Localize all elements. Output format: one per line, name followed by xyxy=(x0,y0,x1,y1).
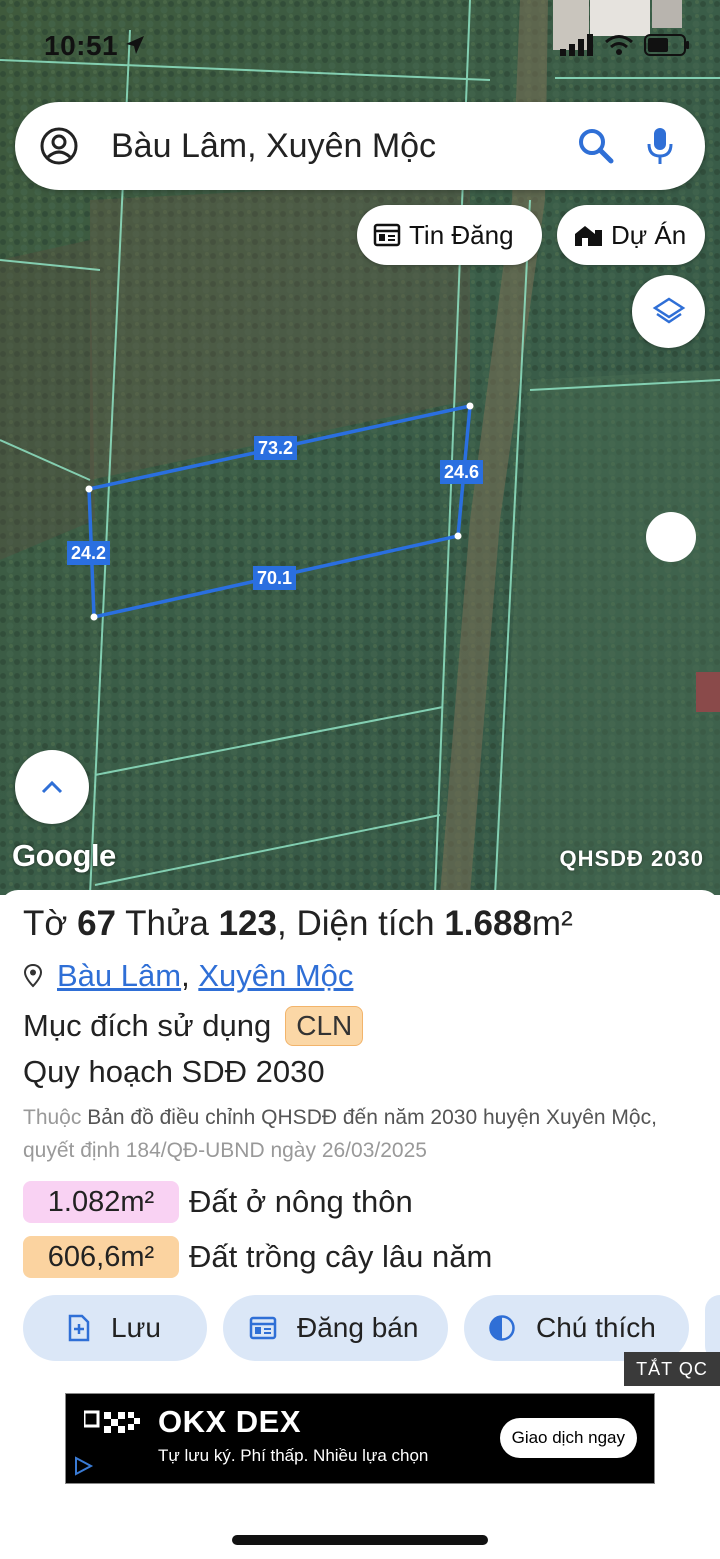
area-unit: m² xyxy=(531,904,573,943)
edge-label-left: 24.2 xyxy=(67,541,111,565)
parcel-title: Tờ 67 Thửa 123, Diện tích 1.688m² xyxy=(23,904,573,944)
add-document-icon xyxy=(68,1314,90,1342)
land-use-type: Đất trồng cây lâu năm xyxy=(189,1239,493,1274)
chip-listings-label: Tin Đăng xyxy=(409,219,514,250)
status-time: 10:51 xyxy=(44,30,119,61)
ad-tagline: Tự lưu ký. Phí thấp. Nhiều lựa chọn xyxy=(158,1446,429,1465)
source-comma: , xyxy=(651,1106,657,1129)
ad-brand: OKX DEX xyxy=(158,1404,302,1439)
location-comma: , xyxy=(181,958,199,993)
area-value: 1.688 xyxy=(444,904,532,943)
land-use-row: 606,6m² Đất trồng cây lâu năm xyxy=(23,1236,492,1278)
battery-icon xyxy=(644,34,689,56)
commune-link[interactable]: Bàu Lâm xyxy=(57,958,181,994)
source-map-name: Bản đồ điều chỉnh QHSDĐ đến năm 2030 huy… xyxy=(87,1106,652,1129)
search-icon[interactable] xyxy=(577,127,615,165)
newspaper-icon xyxy=(373,223,401,247)
contrast-icon xyxy=(489,1315,515,1341)
edge-label-top: 73.2 xyxy=(254,436,298,460)
save-button[interactable]: Lưu xyxy=(23,1295,207,1361)
home-indicator[interactable] xyxy=(232,1535,488,1545)
chevron-up-icon xyxy=(41,780,63,794)
okx-logo-icon xyxy=(84,1410,140,1433)
ad-cta-button[interactable]: Giao dịch ngay xyxy=(499,1418,637,1458)
google-logo: Google xyxy=(12,838,116,873)
action-bar: Lưu Đăng bán Chú thích xyxy=(23,1295,720,1361)
area-label: Diện tích xyxy=(296,904,435,943)
purpose-label: Mục đích sử dụng xyxy=(23,1008,272,1043)
expand-up-button[interactable] xyxy=(15,750,89,824)
status-bar: 10:51 xyxy=(0,0,720,90)
purpose-code-badge: CLN xyxy=(285,1006,364,1046)
chip-projects[interactable]: Dự Án xyxy=(557,205,705,265)
ad-choices-icon[interactable] xyxy=(72,1455,94,1477)
parcel-location: Bàu Lâm, Xuyên Mộc xyxy=(23,958,353,994)
plan-title: Quy hoạch SDĐ 2030 xyxy=(23,1054,325,1089)
post-sale-button[interactable]: Đăng bán xyxy=(223,1295,448,1361)
title-comma: , xyxy=(277,904,287,943)
layers-button[interactable] xyxy=(632,275,705,348)
chip-projects-label: Dự Án xyxy=(611,219,687,250)
edge-label-right: 24.6 xyxy=(440,460,484,484)
plan-source: Thuộc Bản đồ điều chỉnh QHSDĐ đến năm 20… xyxy=(23,1101,683,1167)
search-input[interactable]: Bàu Lâm, Xuyên Mộc xyxy=(111,127,577,166)
microphone-icon[interactable] xyxy=(645,126,675,166)
wifi-icon xyxy=(605,35,633,55)
sheet-label: Tờ xyxy=(23,904,68,943)
land-purpose: Mục đích sử dụng CLN xyxy=(23,1006,364,1046)
post-sale-label: Đăng bán xyxy=(297,1312,419,1343)
chip-listings[interactable]: Tin Đăng xyxy=(357,205,542,265)
location-pin-icon xyxy=(23,963,43,988)
layers-icon xyxy=(652,297,685,324)
sheet-number: 67 xyxy=(77,904,117,943)
account-icon[interactable] xyxy=(39,126,79,166)
land-use-area: 606,6m² xyxy=(23,1236,179,1278)
lot-number: 123 xyxy=(218,904,277,943)
source-prefix: Thuộc xyxy=(23,1106,82,1129)
side-drawer-handle[interactable] xyxy=(646,512,696,562)
land-use-row: 1.082m² Đất ở nông thôn xyxy=(23,1181,413,1223)
legend-label: Chú thích xyxy=(536,1312,656,1343)
land-use-type: Đất ở nông thôn xyxy=(189,1184,413,1219)
listing-icon xyxy=(249,1316,277,1340)
map-view[interactable]: 73.2 24.6 70.1 24.2 10:51 Bàu Lâm, Xuyên… xyxy=(0,0,720,895)
district-link[interactable]: Xuyên Mộc xyxy=(198,958,353,994)
land-use-area: 1.082m² xyxy=(23,1181,179,1223)
building-icon xyxy=(575,226,602,246)
map-overlay-label: QHSDĐ 2030 xyxy=(559,846,704,871)
cellular-signal-icon xyxy=(560,34,593,56)
location-arrow-icon xyxy=(126,36,144,54)
search-bar[interactable]: Bàu Lâm, Xuyên Mộc xyxy=(15,102,705,190)
ad-banner[interactable]: OKX DEX Tự lưu ký. Phí thấp. Nhiều lựa c… xyxy=(65,1393,655,1484)
edge-label-bottom: 70.1 xyxy=(253,566,297,590)
parcel-info-sheet: Tờ 67 Thửa 123, Diện tích 1.688m² Bàu Lâ… xyxy=(0,890,720,1559)
hide-ads-button[interactable]: TẮT QC xyxy=(624,1352,720,1386)
source-decision: quyết định 184/QĐ-UBND ngày 26/03/2025 xyxy=(23,1139,427,1162)
save-button-label: Lưu xyxy=(111,1312,161,1343)
lot-label: Thửa xyxy=(125,904,209,943)
